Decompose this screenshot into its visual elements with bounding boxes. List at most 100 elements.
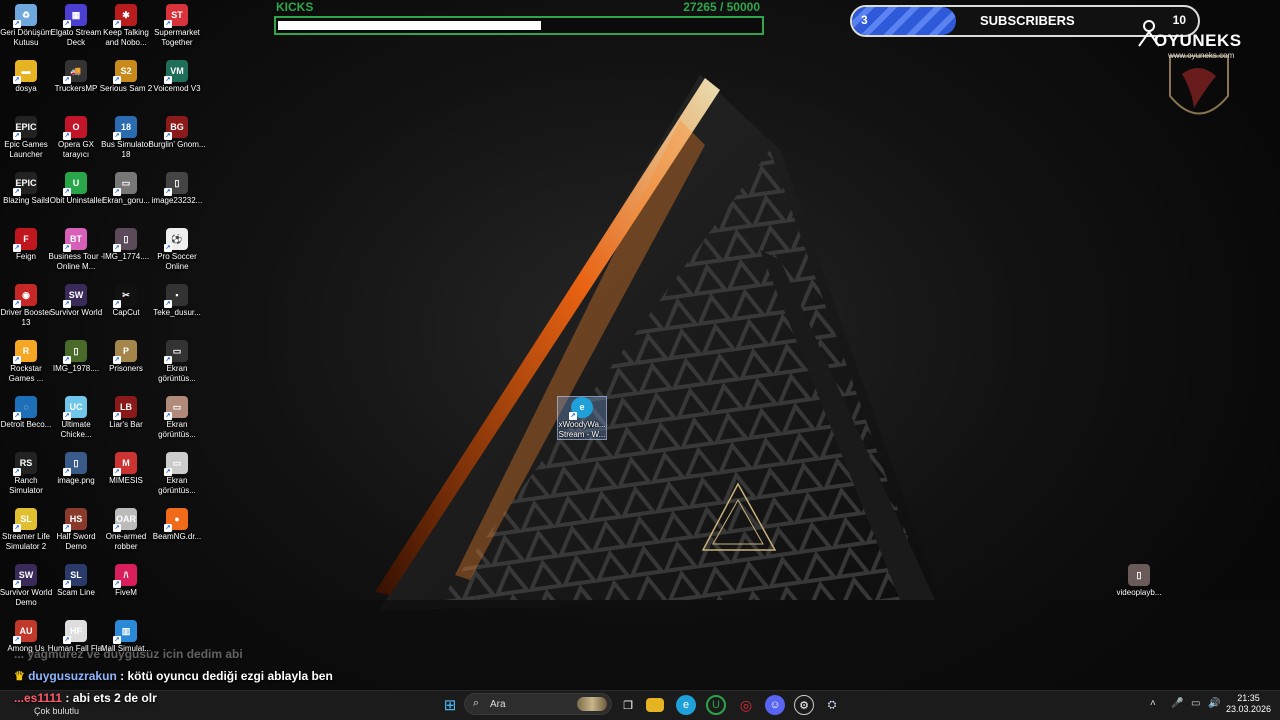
desktop-icon[interactable]: ▯ ↗ IMG_1774.... bbox=[100, 228, 152, 282]
shortcut-arrow-icon: ↗ bbox=[164, 188, 172, 196]
desktop-icon[interactable]: ✂ ↗ CapCut bbox=[100, 284, 152, 338]
shortcut-arrow-icon: ↗ bbox=[13, 244, 21, 252]
shortcut-arrow-icon: ↗ bbox=[164, 468, 172, 476]
steam-client-icon[interactable]: ⚙ bbox=[794, 695, 814, 715]
desktop-icon[interactable]: P ↗ Prisoners bbox=[100, 340, 152, 394]
desktop-icon[interactable]: EPIC ↗ Blazing Sails bbox=[0, 172, 52, 226]
desktop-file-video[interactable]: ▯ videoplayb... bbox=[1113, 564, 1165, 618]
desktop-icon[interactable]: ◉ ↗ Driver Booster 13 bbox=[0, 284, 52, 338]
screenshot-file-icon: ▭ ↗ bbox=[113, 172, 137, 196]
shortcut-arrow-icon: ↗ bbox=[13, 356, 21, 364]
desktop-icon[interactable]: ▭ ↗ Ekran görüntüs... bbox=[151, 396, 203, 450]
edge-shortcut-icon: e ↗ bbox=[569, 397, 593, 420]
desktop-icon-label: BeamNG.dr... bbox=[152, 532, 202, 541]
desktop-icon[interactable]: ▪ ↗ Teke_dusur... bbox=[151, 284, 203, 338]
desktop-icon[interactable]: ST ↗ Supermarket Together bbox=[151, 4, 203, 58]
weather-widget-label[interactable]: Çok bulutlu bbox=[34, 706, 79, 716]
desktop-icon[interactable]: VM ↗ Voicemod V3 bbox=[151, 60, 203, 114]
desktop-icon[interactable]: ▦ ↗ Elgato Stream Deck bbox=[50, 4, 102, 58]
detroit-icon: ◌ ↗ bbox=[13, 396, 37, 420]
shortcut-arrow-icon: ↗ bbox=[113, 468, 121, 476]
chat-username: ...es1111 bbox=[14, 691, 63, 705]
microphone-icon[interactable]: 🎤 bbox=[1171, 698, 1183, 709]
taskbar-search-box[interactable]: ⌕ Ara bbox=[464, 693, 612, 715]
desktop-icon[interactable]: EPIC ↗ Epic Games Launcher bbox=[0, 116, 52, 170]
chat-username: duygusuzrakun bbox=[28, 669, 117, 683]
desktop-icon-label: Keep Talking and Nobo... bbox=[103, 28, 149, 47]
steam-icon[interactable]: ⛭ bbox=[822, 695, 842, 715]
desktop-icon[interactable]: ▯ ↗ image23232... bbox=[151, 172, 203, 226]
among-us-icon: AU ↗ bbox=[13, 620, 37, 644]
taskbar bbox=[0, 690, 1280, 720]
desktop-icon[interactable]: LB ↗ Liar's Bar bbox=[100, 396, 152, 450]
display-icon[interactable]: ▭ bbox=[1191, 698, 1200, 709]
video-file-icon: ▯ bbox=[1128, 564, 1150, 586]
screenshot-file-icon: ▭ ↗ bbox=[164, 396, 188, 420]
business-tour-icon: BT ↗ bbox=[63, 228, 87, 252]
burglin-gnomes-icon: BG ↗ bbox=[164, 116, 188, 140]
desktop-icon[interactable]: /\ ↗ FiveM bbox=[100, 564, 152, 618]
desktop-icon[interactable]: ● ↗ BeamNG.dr... bbox=[151, 508, 203, 562]
shortcut-arrow-icon: ↗ bbox=[113, 132, 121, 140]
shortcut-arrow-icon: ↗ bbox=[13, 76, 21, 84]
desktop-icon[interactable]: SL ↗ Streamer Life Simulator 2 bbox=[0, 508, 52, 562]
desktop-icon[interactable]: OAR ↗ One-armed robber bbox=[100, 508, 152, 562]
taskbar-clock[interactable]: 21:35 23.03.2026 bbox=[1226, 693, 1271, 715]
truckersmp-icon: 🚚 ↗ bbox=[63, 60, 87, 84]
desktop-icon-label: Ekran görüntüs... bbox=[158, 364, 196, 383]
desktop-icon[interactable]: M ↗ MIMESIS bbox=[100, 452, 152, 506]
iobit-icon[interactable]: U bbox=[706, 695, 726, 715]
desktop-icon[interactable]: O ↗ Opera GX tarayıcı bbox=[50, 116, 102, 170]
shortcut-arrow-icon: ↗ bbox=[113, 412, 121, 420]
desktop-icon[interactable]: HS ↗ Half Sword Demo bbox=[50, 508, 102, 562]
volume-icon[interactable]: 🔊 bbox=[1208, 698, 1220, 709]
stream-deck-icon: ▦ ↗ bbox=[63, 4, 87, 28]
epic-games-icon: EPIC ↗ bbox=[13, 172, 37, 196]
desktop-icon-label: Liar's Bar bbox=[109, 420, 143, 429]
desktop-icon-label: Pro Soccer Online bbox=[157, 252, 197, 271]
desktop-icon[interactable]: ▬ ↗ dosya bbox=[0, 60, 52, 114]
desktop-icon[interactable]: ♻ ↗ Geri Dönüşüm Kutusu bbox=[0, 4, 52, 58]
task-view-icon[interactable]: ❐ bbox=[618, 695, 638, 715]
desktop-icon[interactable]: SW ↗ Survivor World bbox=[50, 284, 102, 338]
desktop-icon[interactable]: UC ↗ Ultimate Chicke... bbox=[50, 396, 102, 450]
search-icon: ⌕ bbox=[473, 697, 480, 709]
desktop-icon[interactable]: F ↗ Feign bbox=[0, 228, 52, 282]
desktop-icon[interactable]: ▭ ↗ Ekran_goru... bbox=[100, 172, 152, 226]
tray-overflow-chevron-icon[interactable]: ˄ bbox=[1150, 698, 1156, 709]
desktop-icon[interactable]: ▯ ↗ image.png bbox=[50, 452, 102, 506]
desktop-icon[interactable]: ✱ ↗ Keep Talking and Nobo... bbox=[100, 4, 152, 58]
desktop-icon[interactable]: ⚽ ↗ Pro Soccer Online bbox=[151, 228, 203, 282]
desktop-icon[interactable]: BG ↗ Burglin' Gnom... bbox=[148, 116, 206, 170]
desktop-icon[interactable]: ▭ ↗ Ekran görüntüs... bbox=[151, 340, 203, 394]
desktop-icon[interactable]: RS ↗ Ranch Simulator bbox=[0, 452, 52, 506]
edge-icon[interactable]: e bbox=[676, 695, 696, 715]
desktop-icon[interactable]: R ↗ Rockstar Games ... bbox=[0, 340, 52, 394]
desktop-icon-label: One-armed robber bbox=[105, 532, 147, 551]
shortcut-arrow-icon: ↗ bbox=[164, 76, 172, 84]
desktop-icon-label: FiveM bbox=[115, 588, 137, 597]
opera-gx-icon[interactable]: ◎ bbox=[736, 695, 756, 715]
mall-simulator-icon: ▥ ↗ bbox=[113, 620, 137, 644]
desktop-icon[interactable]: ▭ ↗ Ekran görüntüs... bbox=[151, 452, 203, 506]
windows-start-icon[interactable]: ⊞ bbox=[440, 695, 460, 715]
desktop-icon[interactable]: 18 ↗ Bus Simulator 18 bbox=[100, 116, 152, 170]
shortcut-arrow-icon: ↗ bbox=[63, 524, 71, 532]
desktop-icon[interactable]: SW ↗ Survivor World Demo bbox=[0, 564, 52, 618]
desktop-icon-label: image23232... bbox=[151, 196, 203, 205]
shortcut-arrow-icon: ↗ bbox=[13, 132, 21, 140]
desktop-icon[interactable]: 🚚 ↗ TruckersMP bbox=[50, 60, 102, 114]
desktop-icon[interactable]: SL ↗ Scam Line bbox=[50, 564, 102, 618]
file-explorer-icon[interactable] bbox=[646, 698, 664, 712]
desktop-icon[interactable]: ▯ ↗ IMG_1978.... bbox=[50, 340, 102, 394]
desktop-icon[interactable]: BT ↗ Business Tour - Online M... bbox=[49, 228, 104, 282]
desktop-icon[interactable]: ◌ ↗ Detroit Beco... bbox=[0, 396, 52, 450]
desktop-icon[interactable]: U ↗ IObit Uninstaller bbox=[48, 172, 104, 226]
serious-sam-icon: S2 ↗ bbox=[113, 60, 137, 84]
search-highlight-art bbox=[577, 697, 607, 711]
chat-message-text: : kötü oyuncu dediği ezgi ablayla ben bbox=[116, 669, 333, 683]
desktop-icon[interactable]: S2 ↗ Serious Sam 2 bbox=[100, 60, 152, 114]
discord-icon[interactable]: ☺ bbox=[765, 695, 785, 715]
desktop-shortcut-stream[interactable]: e ↗ xWoodyWa... Stream - W... bbox=[557, 396, 607, 440]
feign-icon: F ↗ bbox=[13, 228, 37, 252]
